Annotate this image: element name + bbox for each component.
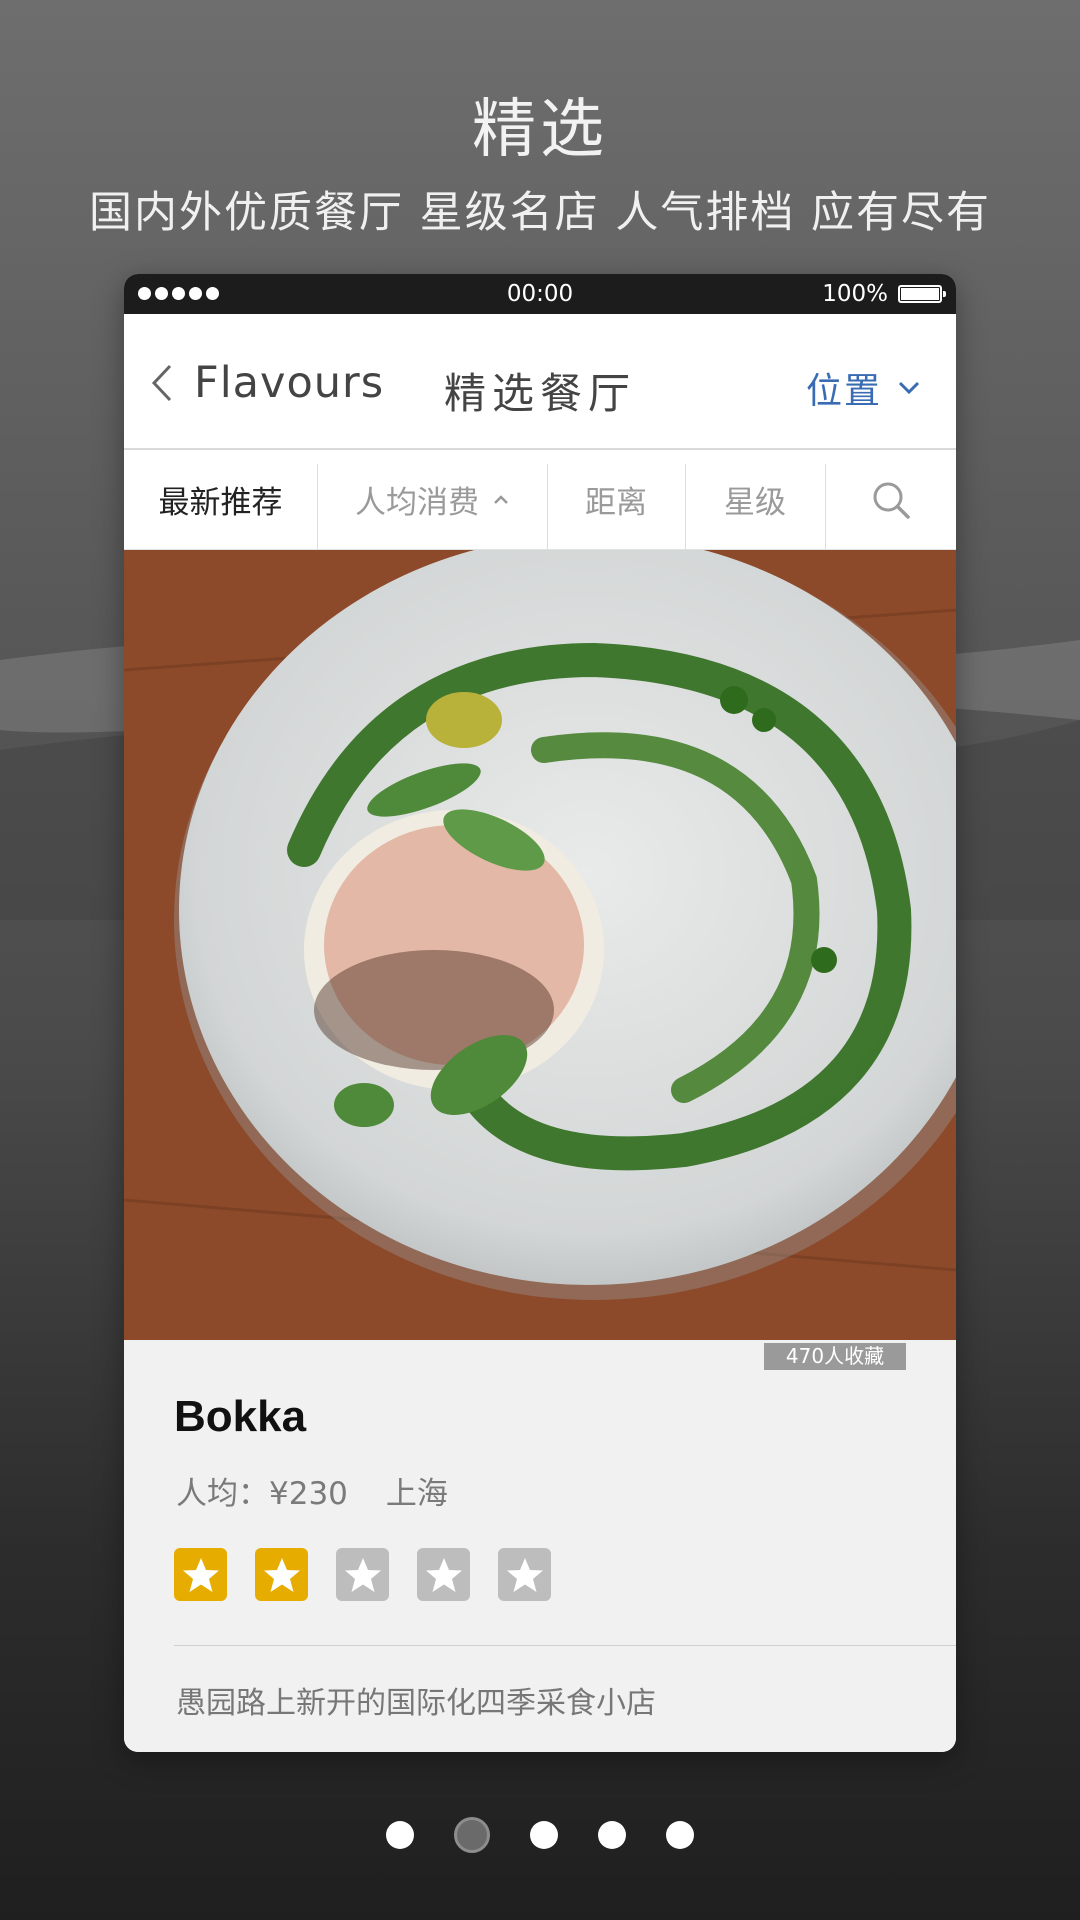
- filter-label: 星级: [724, 485, 786, 521]
- star-empty-icon: [336, 1548, 389, 1601]
- restaurant-name: Bokka: [174, 1392, 307, 1441]
- back-button[interactable]: Flavours: [150, 358, 384, 408]
- restaurant-meta: 人均：¥230 上海: [176, 1468, 448, 1513]
- status-bar: 00:00 100%: [124, 274, 956, 314]
- search-icon: [873, 482, 910, 519]
- favorites-badge: 470人收藏: [764, 1343, 906, 1370]
- divider: [174, 1645, 956, 1646]
- promo-title: 精选: [472, 93, 608, 167]
- star-filled-icon: [255, 1548, 308, 1601]
- restaurant-photo[interactable]: [124, 550, 956, 1340]
- filter-price[interactable]: 人均消费: [317, 450, 547, 549]
- chevron-up-icon: [494, 494, 508, 504]
- back-label: Flavours: [194, 358, 385, 408]
- chevron-left-icon: [151, 364, 172, 402]
- promo-subtitle: 国内外优质餐厅 星级名店 人气排档 应有尽有: [88, 188, 991, 238]
- filter-rating[interactable]: 星级: [685, 450, 825, 549]
- price-per-person: 人均：¥230: [176, 1476, 348, 1512]
- location-label: 位置: [805, 371, 882, 412]
- restaurant-card[interactable]: 470人收藏 Bokka 人均：¥230 上海 愚园路上新开的国际化四季采食小店: [124, 1340, 956, 1752]
- page-dot[interactable]: [530, 1821, 558, 1849]
- dish-illustration: [124, 550, 956, 1340]
- filter-label: 距离: [585, 485, 647, 521]
- filter-distance[interactable]: 距离: [547, 450, 685, 549]
- page-dot[interactable]: [386, 1821, 414, 1849]
- filter-label: 人均消费: [355, 485, 479, 521]
- page-dot[interactable]: [454, 1817, 490, 1853]
- nav-bar: Flavours 精选餐厅 位置: [124, 314, 956, 450]
- chevron-down-icon: [898, 381, 920, 395]
- battery-icon: [898, 285, 946, 303]
- battery-percent: 100%: [822, 281, 888, 307]
- filter-bar: 最新推荐 人均消费 距离 星级: [124, 450, 956, 550]
- page-dot[interactable]: [666, 1821, 694, 1849]
- star-empty-icon: [498, 1548, 551, 1601]
- location-dropdown[interactable]: 位置: [806, 362, 920, 414]
- search-button[interactable]: [825, 450, 956, 549]
- phone-mockup: 00:00 100% Flavours 精选餐厅 位置 最新推荐 人均消费 距离…: [124, 274, 956, 1752]
- filter-latest[interactable]: 最新推荐: [124, 450, 317, 549]
- restaurant-description: 愚园路上新开的国际化四季采食小店: [176, 1686, 656, 1721]
- star-empty-icon: [417, 1548, 470, 1601]
- filter-label: 最新推荐: [158, 485, 283, 521]
- star-filled-icon: [174, 1548, 227, 1601]
- star-rating: [174, 1548, 551, 1601]
- restaurant-city: 上海: [385, 1476, 448, 1512]
- page-dot[interactable]: [598, 1821, 626, 1849]
- page-indicator: [0, 1817, 1080, 1853]
